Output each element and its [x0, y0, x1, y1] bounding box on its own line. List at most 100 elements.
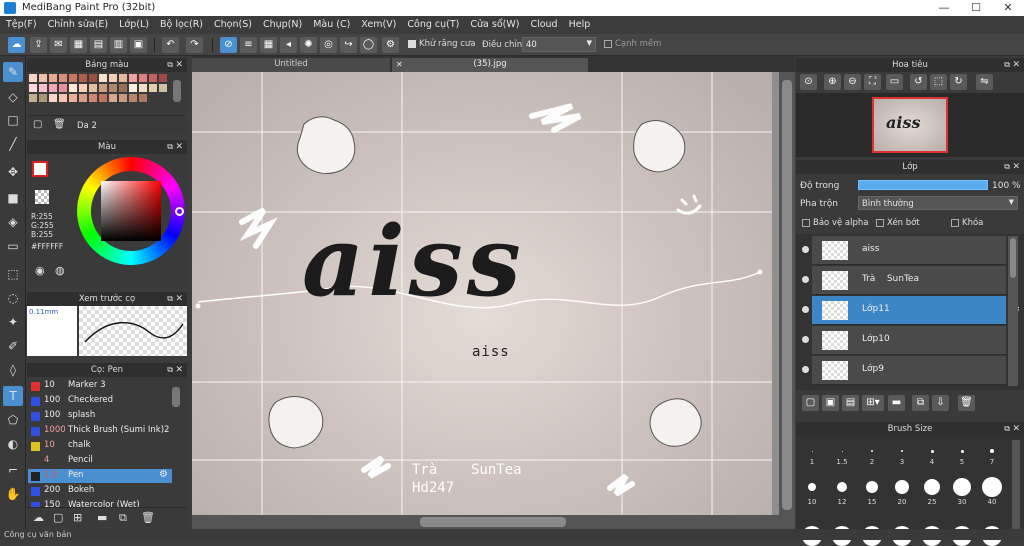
vertical-scroll-thumb[interactable] [782, 80, 792, 510]
trash-icon[interactable]: 🗑 [958, 395, 975, 411]
duplicate-icon[interactable]: ⧉ [912, 395, 929, 411]
navigator-view[interactable]: aiss [796, 93, 1024, 157]
brush-size-option[interactable]: 1.5 [828, 444, 856, 466]
palette-swatch[interactable] [29, 94, 37, 102]
close-icon[interactable]: ✕ [396, 58, 403, 71]
antialias-checkbox[interactable]: Khử răng cưa [408, 39, 476, 49]
brush-item[interactable]: 100 splash [28, 409, 172, 423]
close-icon[interactable]: ✕ [175, 58, 183, 72]
brush-size-option[interactable]: 40 [978, 476, 1006, 506]
cloud-brush-icon[interactable]: ☁ [33, 511, 44, 524]
brush-size-option[interactable]: 15 [858, 476, 886, 506]
palette-icon[interactable]: ◉ [35, 264, 45, 277]
brush-size-scrollbar[interactable] [1012, 440, 1020, 536]
brush-item[interactable]: 1.5 Pen ⚙ [28, 469, 172, 483]
add-layer-menu-icon[interactable]: ⊞▾ [862, 395, 884, 411]
palette-swatch[interactable] [159, 74, 167, 82]
float-icon[interactable]: ⧉ [1004, 160, 1010, 174]
close-icon[interactable]: ✕ [1012, 160, 1020, 174]
tab-untitled[interactable]: Untitled [192, 58, 390, 72]
palette-swatch[interactable] [129, 94, 137, 102]
color-mode-icon[interactable]: ◍ [55, 264, 65, 277]
close-icon[interactable]: ✕ [175, 140, 183, 154]
hue-handle[interactable] [175, 207, 184, 216]
hue-wheel[interactable] [77, 157, 185, 265]
bucket-tool-icon[interactable]: ◈ [3, 212, 23, 232]
select-eraser-icon[interactable]: ◊ [3, 360, 23, 380]
menu-snap[interactable]: Chụp(N) [257, 16, 307, 30]
magic-wand-icon[interactable]: ✦ [3, 312, 23, 332]
new-halftone-layer-icon[interactable]: ▣ [822, 395, 839, 411]
new-layer-icon[interactable]: ▢ [802, 395, 819, 411]
eye-icon[interactable] [802, 276, 809, 283]
brush-scrollbar[interactable] [172, 387, 180, 407]
close-icon[interactable]: ✕ [1012, 58, 1020, 72]
snap-curve-icon[interactable]: ↪ [340, 37, 357, 53]
palette-scrollbar[interactable] [173, 80, 181, 102]
float-icon[interactable]: ⧉ [167, 363, 173, 377]
menu-layer[interactable]: Lớp(L) [113, 16, 154, 30]
rotate-left-icon[interactable]: ↺ [910, 74, 927, 90]
palette-swatch[interactable] [79, 84, 87, 92]
grid-icon[interactable]: ▦ [70, 37, 87, 53]
eye-icon[interactable] [802, 366, 809, 373]
merge-down-icon[interactable]: ⇩ [932, 395, 949, 411]
brush-size-option[interactable]: 5 [948, 444, 976, 466]
brush-size-option[interactable]: 30 [948, 476, 976, 506]
edge-checkbox[interactable]: Cạnh mềm [604, 39, 661, 49]
snap-parallel-icon[interactable]: ≡ [240, 37, 257, 53]
redo-icon[interactable]: ↷ [186, 37, 203, 53]
palette-swatch[interactable] [119, 94, 127, 102]
palette-swatch[interactable] [59, 94, 67, 102]
eye-icon[interactable] [802, 336, 809, 343]
select-pen-icon[interactable]: ✐ [3, 336, 23, 356]
palette-swatch[interactable] [49, 84, 57, 92]
eye-icon[interactable] [802, 246, 809, 253]
rect-tool-icon[interactable]: □ [3, 110, 23, 130]
palette-swatch[interactable] [109, 74, 117, 82]
brush-size-option[interactable]: 10 [798, 476, 826, 506]
new-brush-icon[interactable]: ▢ [53, 511, 63, 524]
layer-row[interactable]: Lớp9 [802, 356, 1006, 385]
export-icon[interactable]: ⇪ [30, 37, 47, 53]
document-icon[interactable]: ▤ [90, 37, 107, 53]
comment-icon[interactable]: ✉ [50, 37, 67, 53]
blend-select[interactable]: Bình thường ▼ [858, 196, 1018, 210]
horizontal-scroll-thumb[interactable] [420, 517, 566, 527]
palette-swatch[interactable] [89, 94, 97, 102]
float-icon[interactable]: ⧉ [167, 140, 173, 154]
menu-view[interactable]: Xem(V) [355, 16, 401, 30]
snap-circle-icon[interactable]: ◎ [320, 37, 337, 53]
trash-icon[interactable]: 🗑 [141, 511, 155, 524]
palette-swatch[interactable] [49, 74, 57, 82]
float-icon[interactable]: ⧉ [1004, 58, 1010, 72]
foreground-color[interactable] [32, 161, 48, 177]
canvas-vertical-scrollbar[interactable] [779, 72, 795, 515]
eye-icon[interactable] [802, 306, 809, 313]
palette-swatch[interactable] [29, 84, 37, 92]
gradient-tool-icon[interactable]: ▭ [3, 236, 23, 256]
brush-item[interactable]: 10 chalk [28, 439, 172, 453]
brush-item[interactable]: 200 Bokeh [28, 484, 172, 498]
palette-swatch[interactable] [109, 84, 117, 92]
canvas-horizontal-scrollbar[interactable] [192, 515, 795, 529]
trash-icon[interactable]: 🗑 [53, 119, 66, 130]
palette-swatch[interactable] [129, 74, 137, 82]
palette-swatch[interactable] [69, 84, 77, 92]
menu-file[interactable]: Tệp(F) [0, 16, 42, 30]
fill-rect-tool-icon[interactable]: ■ [3, 188, 23, 208]
snap-ellipse-icon[interactable]: ◯ [360, 37, 377, 53]
select-tool-icon[interactable]: ⬚ [3, 264, 23, 284]
palette-swatch[interactable] [29, 74, 37, 82]
menu-cloud[interactable]: Cloud [524, 16, 562, 30]
layer-scrollbar[interactable] [1008, 236, 1018, 386]
transparent-color[interactable] [35, 190, 49, 204]
close-icon[interactable]: ✕ [175, 292, 183, 306]
brush-size-option[interactable]: 4 [918, 444, 946, 466]
palette-swatch[interactable] [159, 84, 167, 92]
add-brush-icon[interactable]: ⊞ [73, 511, 82, 524]
palette-swatch[interactable] [129, 84, 137, 92]
brush-size-option[interactable]: 2 [858, 444, 886, 466]
operation-tool-icon[interactable]: ⬠ [3, 410, 23, 430]
menu-color[interactable]: Màu (C) [307, 16, 355, 30]
